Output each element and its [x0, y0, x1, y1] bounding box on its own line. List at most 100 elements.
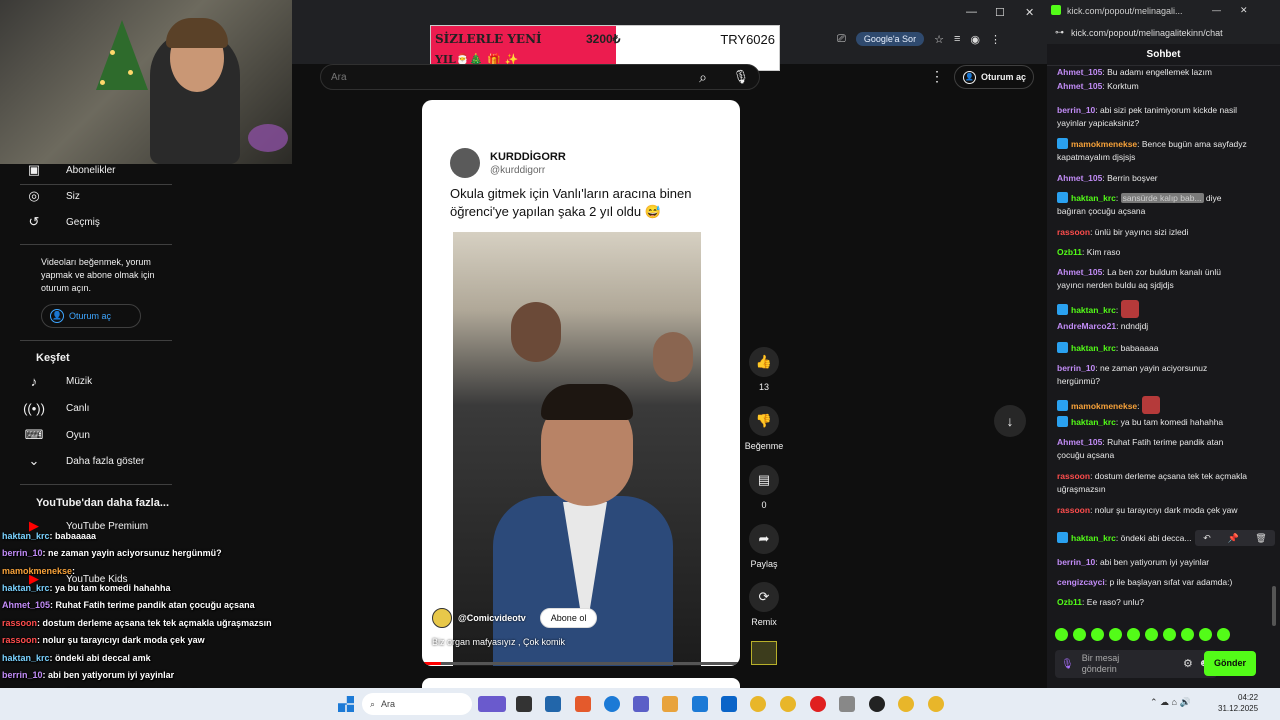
taskbar-search[interactable]: ⌕ Ara [362, 693, 472, 715]
short-caption[interactable]: Biz organ mafyasıyız , Çok komik [432, 637, 565, 647]
chat-message[interactable]: rassoon: nolur şu tarayıcıyı dark moda ç… [1057, 504, 1247, 517]
chat-message[interactable]: Ahmet_105: La ben zor buldum kanalı ünlü… [1057, 266, 1247, 292]
close-icon[interactable]: ✕ [1025, 6, 1034, 19]
chat-username[interactable]: rassoon [1057, 505, 1090, 515]
comment-button[interactable]: ▤ [749, 465, 779, 495]
next-video-button[interactable]: ↓ [994, 405, 1026, 437]
google-ask-button[interactable]: Google'a Sor [855, 32, 925, 46]
reading-list-icon[interactable]: ≡ [954, 33, 960, 45]
remix-button[interactable]: ⟳ [749, 582, 779, 612]
chat-message[interactable]: AndreMarco21: ndndjdj [1057, 320, 1247, 333]
widgets-icon[interactable] [478, 696, 506, 712]
cast-icon[interactable]: ⎚ [837, 33, 846, 46]
sidebar-item-live[interactable]: ((•)) Canlı [20, 395, 180, 421]
send-button[interactable]: Gönder [1204, 651, 1256, 676]
share-button[interactable]: ➦ [749, 524, 779, 554]
chat-username[interactable]: rassoon [1057, 227, 1090, 237]
sidebar-show-more[interactable]: ⌄ Daha fazla göster [20, 448, 180, 474]
sidebar-item-subscriptions[interactable]: ▣ Abonelikler [20, 157, 180, 183]
chat-username[interactable]: Ozb11 [1057, 597, 1082, 607]
profile-icon[interactable]: ◉ [970, 33, 980, 46]
sidebar-item-music[interactable]: ♪ Müzik [20, 368, 180, 394]
minimize-icon[interactable]: — [1212, 5, 1221, 15]
task-view-icon[interactable] [516, 696, 532, 712]
chat-username[interactable]: haktan_krc [1071, 193, 1116, 203]
chat-username[interactable]: berrin_10 [1057, 105, 1095, 115]
chat-message[interactable]: haktan_krc: ya bu tam komedi hahahha [1057, 416, 1247, 429]
media-player-icon[interactable] [810, 696, 826, 712]
subscribe-button[interactable]: Abone ol [539, 608, 598, 628]
search-input[interactable] [331, 69, 631, 85]
file-explorer-icon[interactable] [662, 696, 678, 712]
taskbar-clock[interactable]: 04:22 31.12.2025 [1218, 692, 1258, 714]
emote-icon[interactable] [1091, 628, 1104, 641]
mail-icon[interactable] [721, 696, 737, 712]
chat-message[interactable]: haktan_krc: sansürde kalıp bab... diye b… [1057, 192, 1247, 218]
more-options-icon[interactable]: ⋮ [930, 68, 944, 85]
sidebar-item-premium[interactable]: ▶ YouTube Premium [20, 513, 180, 539]
copilot-icon[interactable] [575, 696, 591, 712]
search-icon[interactable]: ⌕ [699, 69, 707, 86]
chat-username[interactable]: Ahmet_105 [1057, 267, 1102, 277]
chat-address-bar[interactable]: ⊶ kick.com/popout/melinagalitekinn/chat [1047, 22, 1280, 44]
progress-bar[interactable] [422, 662, 740, 665]
chat-message[interactable]: Ahmet_105: Ruhat Fatih terime pandik ata… [1057, 436, 1247, 462]
teams-icon[interactable] [633, 696, 649, 712]
chat-message[interactable]: mamokmenekse: Bence bugün ama sayfadyz k… [1057, 138, 1247, 164]
sidebar-item-history[interactable]: ↺ Geçmiş [20, 209, 180, 235]
chat-message[interactable]: haktan_krc: babaaaaa [1057, 342, 1247, 355]
like-button[interactable]: 👍 [749, 347, 779, 377]
pin-icon[interactable]: 📌 [1227, 533, 1238, 544]
emote-icon[interactable] [1217, 628, 1230, 641]
channel-avatar[interactable] [432, 608, 452, 628]
short-video-card[interactable]: KURDDİGORR @kurddigorr Okula gitmek için… [422, 100, 740, 666]
app-icon[interactable] [869, 696, 885, 712]
chat-message[interactable]: Ahmet_105: Bu adamı engellemek lazım [1057, 66, 1247, 79]
chat-message[interactable]: Ozb11: Ee raso? unlu? [1057, 596, 1247, 609]
menu-icon[interactable]: ⋮ [990, 33, 1001, 46]
edge-icon[interactable] [604, 696, 620, 712]
channel-name[interactable]: @Comicvideotv [458, 613, 526, 623]
chat-message[interactable]: berrin_10: ne zaman yayin aciyorsunuz he… [1057, 362, 1247, 388]
chrome-icon[interactable] [928, 696, 944, 712]
emote-icon[interactable] [1073, 628, 1086, 641]
chat-message[interactable]: rassoon: ünlü bir yayıncı sizi izledi [1057, 226, 1247, 239]
chat-message[interactable]: berrin_10: abi sizi pek tanimiyorum kick… [1057, 104, 1247, 130]
site-info-icon[interactable]: ⊶ [1055, 27, 1064, 38]
scrollbar-thumb[interactable] [1272, 586, 1276, 626]
sidebar-item-gaming[interactable]: ⌨ Oyun [20, 422, 180, 448]
chat-username[interactable]: berrin_10 [1057, 363, 1095, 373]
store-icon[interactable] [692, 696, 708, 712]
chrome-icon[interactable] [780, 696, 796, 712]
chat-username[interactable]: mamokmenekse [1071, 139, 1137, 149]
delete-icon[interactable]: 🗑 [1255, 533, 1266, 544]
sidebar-item-you[interactable]: ◎ Siz [20, 183, 180, 209]
chat-username[interactable]: berrin_10 [1057, 557, 1095, 567]
chat-username[interactable]: Ahmet_105 [1057, 81, 1102, 91]
emote-icon[interactable] [1181, 628, 1194, 641]
chat-username[interactable]: haktan_krc [1071, 533, 1116, 543]
reply-icon[interactable]: ↶ [1203, 533, 1211, 544]
emote-icon[interactable] [1109, 628, 1122, 641]
sidebar-signin-button[interactable]: 👤 Oturum aç [41, 304, 141, 328]
emote-icon[interactable] [1127, 628, 1140, 641]
chat-message[interactable]: Ahmet_105: Korktum [1057, 80, 1247, 93]
close-icon[interactable]: ✕ [1240, 5, 1248, 16]
chat-message[interactable]: haktan_krc: [1057, 300, 1247, 318]
chat-message[interactable]: mamokmenekse: [1057, 396, 1247, 414]
chat-message[interactable]: cengizcayci: p ile başlayan sıfat var ad… [1057, 576, 1247, 589]
system-tray[interactable]: ⌃ ☁ ⌂ 🔊 [1150, 697, 1191, 708]
calculator-icon[interactable] [545, 696, 561, 712]
chat-username[interactable]: Ozb11 [1057, 247, 1082, 257]
emote-icon[interactable] [1163, 628, 1176, 641]
app-icon[interactable] [839, 696, 855, 712]
chat-message[interactable]: Ozb11: Kim raso [1057, 246, 1247, 259]
mic-icon[interactable]: 🎙 [1061, 659, 1074, 670]
star-icon[interactable]: ☆ [934, 33, 944, 46]
chat-username[interactable]: Ahmet_105 [1057, 67, 1102, 77]
chat-username[interactable]: mamokmenekse [1071, 401, 1137, 411]
chat-username[interactable]: haktan_krc [1071, 343, 1116, 353]
signin-button[interactable]: 👤 Oturum aç [954, 65, 1034, 89]
chat-username[interactable]: rassoon [1057, 471, 1090, 481]
windows-start-icon[interactable] [338, 696, 354, 712]
